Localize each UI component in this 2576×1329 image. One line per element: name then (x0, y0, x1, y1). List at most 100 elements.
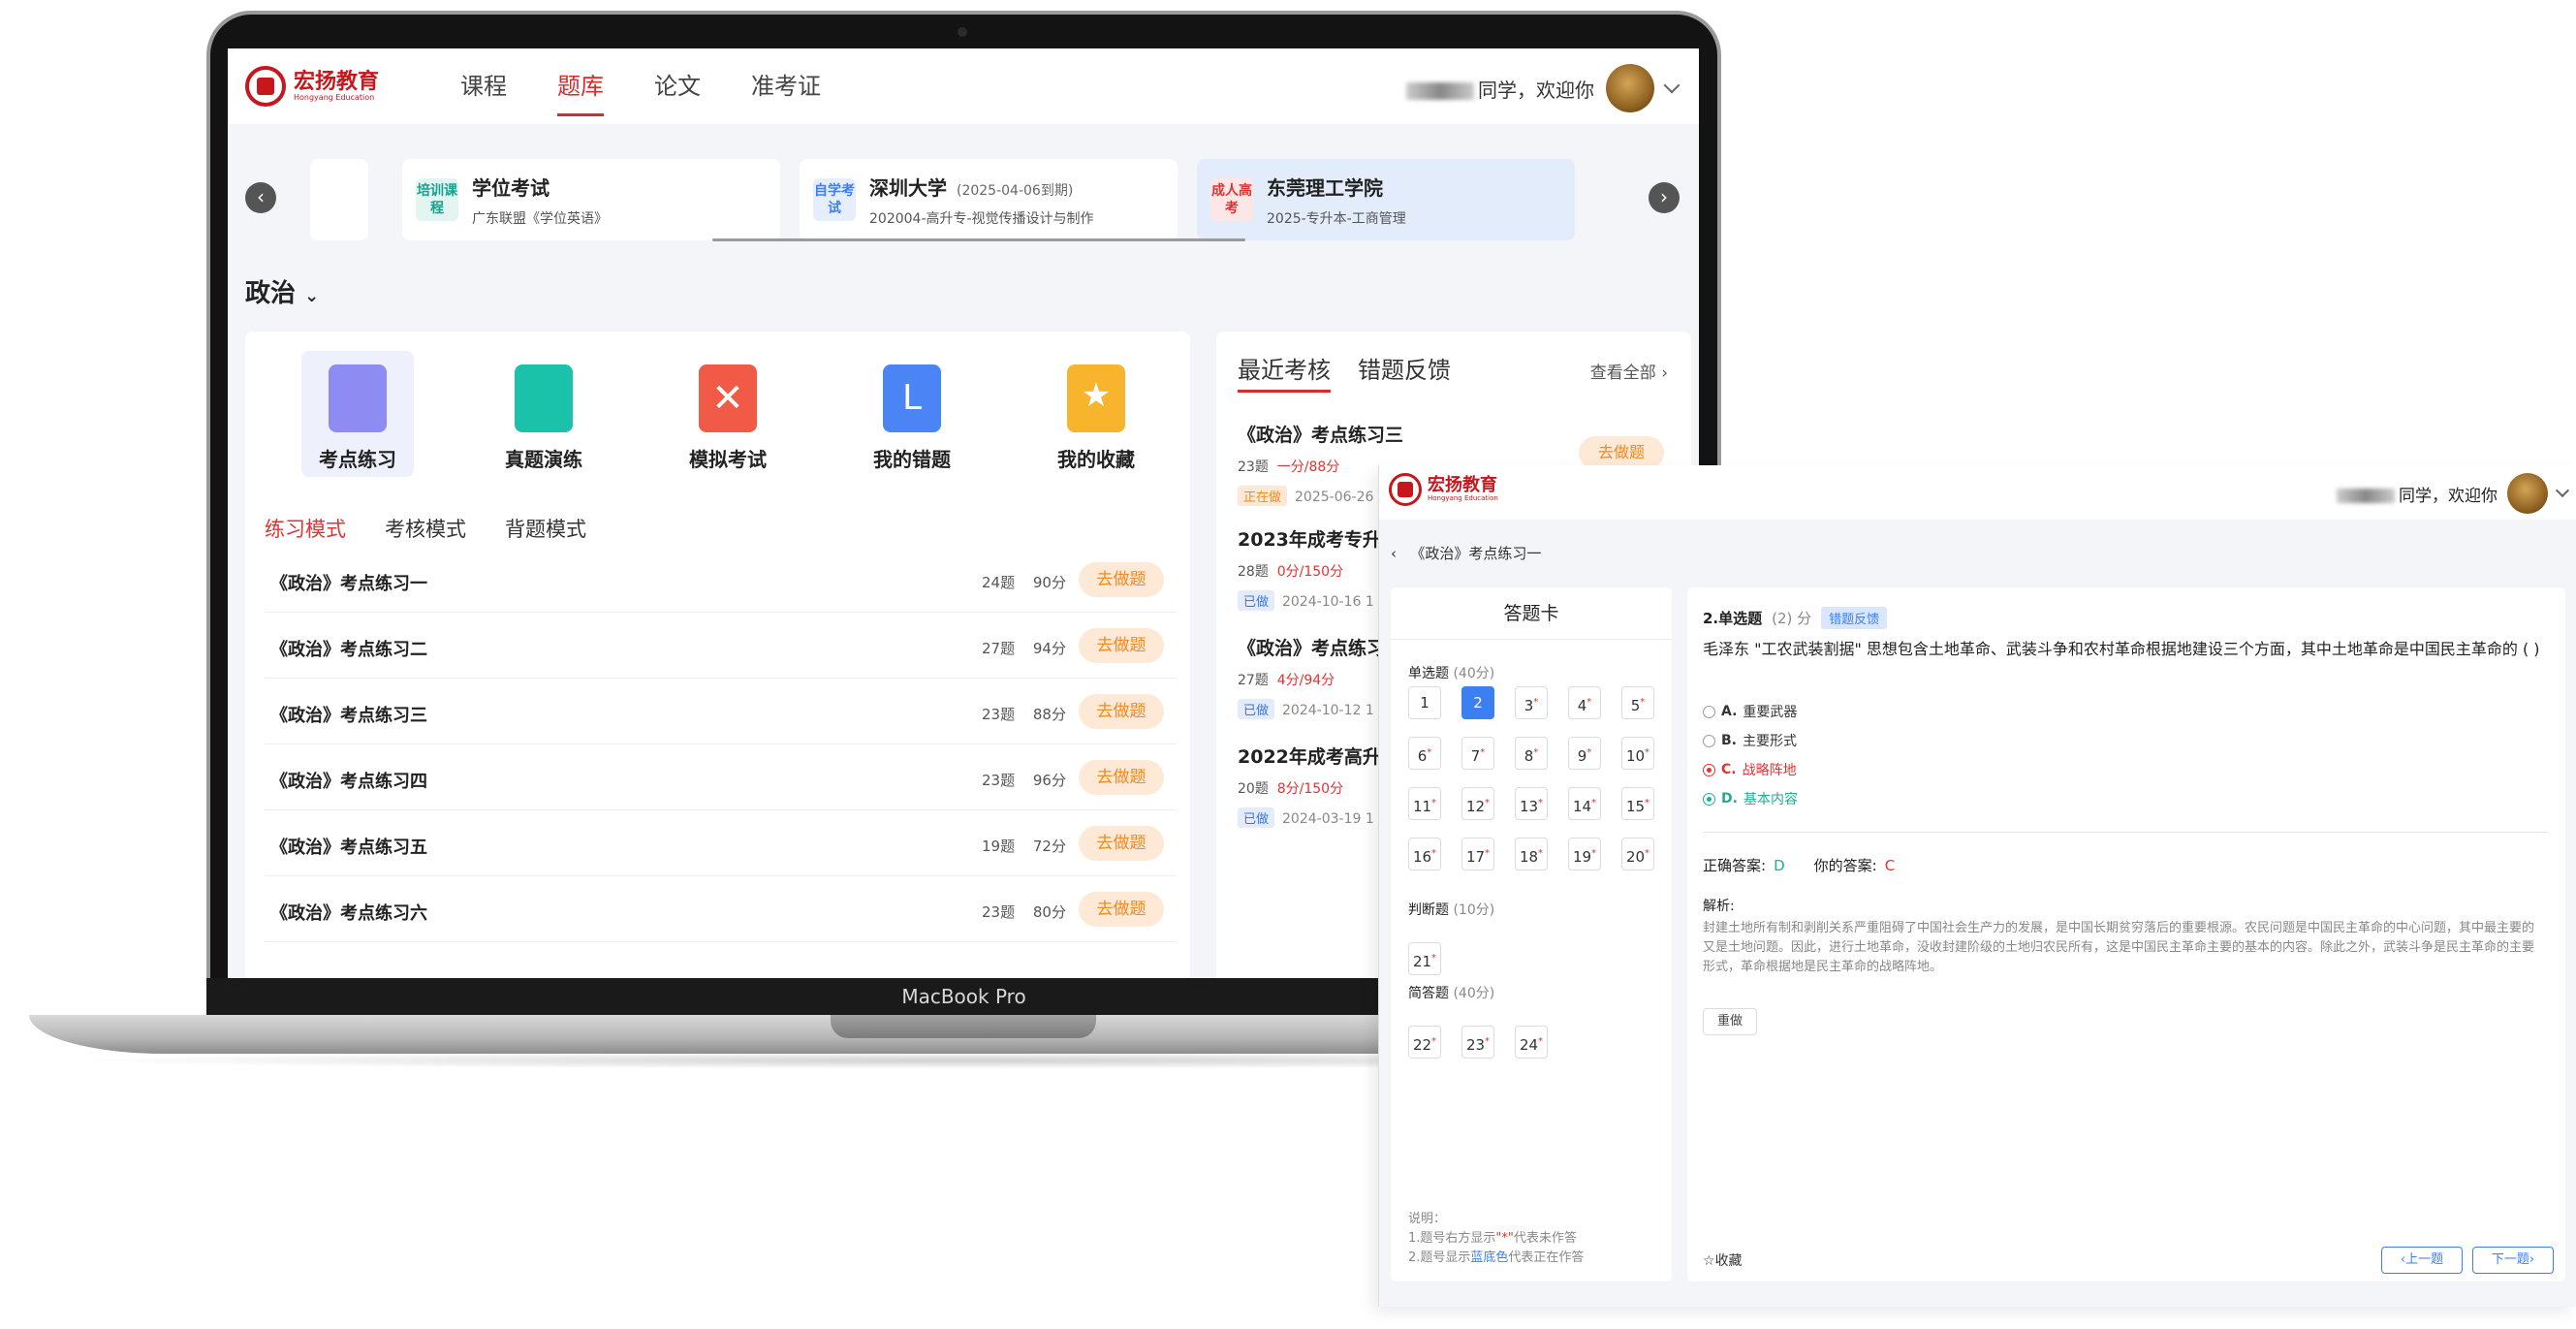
question-number-button[interactable]: 12* (1461, 787, 1494, 820)
question-number-button[interactable]: 7* (1461, 737, 1494, 770)
main-nav: 课程 题库 论文 准考证 (460, 48, 821, 124)
tab-practice-mode[interactable]: 练习模式 (265, 514, 346, 543)
answer-card-title: 答题卡 (1391, 587, 1672, 640)
do-questions-button[interactable]: 去做题 (1579, 436, 1664, 469)
question-number-button[interactable]: 8* (1515, 737, 1548, 770)
radio-icon (1703, 734, 1715, 747)
tool-my-favorites[interactable]: ★ 我的收藏 (1040, 351, 1152, 477)
tool-key-points[interactable]: 考点练习 (301, 351, 414, 477)
nav-admission-ticket[interactable]: 准考证 (751, 48, 821, 124)
question-number-button[interactable]: 11* (1408, 787, 1441, 820)
section-short-answer: 简答题 (40分) (1408, 986, 1495, 1001)
mode-tabs: 练习模式 考核模式 背题模式 (265, 514, 586, 543)
nav-thesis[interactable]: 论文 (654, 48, 701, 124)
card-title: 学位考试 (472, 175, 550, 200)
option-a[interactable]: A. 重要武器 (1703, 702, 1797, 721)
logo[interactable]: 宏扬教育 Hongyang Education (1389, 473, 1498, 506)
option-c[interactable]: C. 战略阵地 (1703, 760, 1797, 779)
question-number-button[interactable]: 16* (1408, 838, 1441, 870)
error-feedback-button[interactable]: 错题反馈 (1821, 607, 1888, 629)
chevron-down-icon[interactable] (1663, 77, 1681, 94)
logo-text: 宏扬教育 (1428, 475, 1497, 495)
option-d[interactable]: D. 基本内容 (1703, 789, 1798, 808)
carousel-prev-button[interactable]: ‹ (245, 182, 276, 213)
question-header: 2.单选题 (2) 分错题反馈 (1703, 607, 1888, 629)
subject-selector[interactable]: 政治 ⌄ (245, 273, 319, 309)
nav-question-bank[interactable]: 题库 (557, 48, 604, 124)
user-menu[interactable]: 同学，欢迎你 (1406, 64, 1681, 112)
question-number-button[interactable]: 18* (1515, 838, 1548, 870)
prev-question-button[interactable]: ‹上一题 (2381, 1247, 2463, 1274)
laptop-notch (831, 1015, 1096, 1038)
tab-memorize-mode[interactable]: 背题模式 (505, 514, 586, 543)
question-number-button[interactable]: 9* (1568, 737, 1601, 770)
question-number-button[interactable]: 21* (1408, 942, 1441, 975)
divider (1703, 832, 2548, 833)
redo-button[interactable]: 重做 (1703, 1008, 1757, 1035)
do-questions-button[interactable]: 去做题 (1079, 694, 1164, 729)
question-number-button[interactable]: 15* (1621, 787, 1654, 820)
logo-subtitle: Hongyang Education (294, 92, 375, 102)
carousel-next-button[interactable]: › (1649, 182, 1680, 213)
question-number-button[interactable]: 17* (1461, 838, 1494, 870)
do-questions-button[interactable]: 去做题 (1079, 628, 1164, 663)
carousel-card-partial[interactable] (310, 159, 368, 240)
greeting: 同学，欢迎你 (1406, 75, 1594, 103)
tab-assessment-mode[interactable]: 考核模式 (385, 514, 466, 543)
question-number-button[interactable]: 6* (1408, 737, 1441, 770)
question-number-button[interactable]: 2 (1461, 686, 1494, 719)
carousel-card[interactable]: 培训课程 学位考试 广东联盟《学位英语》 (402, 159, 780, 240)
tool-my-mistakes[interactable]: L 我的错题 (856, 351, 968, 477)
legend-note: 说明： 1.题号右方显示"*"代表未作答 2.题号显示蓝底色代表正在作答 (1408, 1212, 1585, 1265)
section-true-false: 判断题 (10分) (1408, 902, 1495, 918)
tab-recent-assessments[interactable]: 最近考核 (1238, 351, 1331, 393)
do-questions-button[interactable]: 去做题 (1079, 562, 1164, 597)
do-questions-button[interactable]: 去做题 (1079, 760, 1164, 795)
user-menu[interactable]: 同学，欢迎你 (2337, 473, 2570, 514)
question-number-button[interactable]: 3* (1515, 686, 1548, 719)
do-questions-button[interactable]: 去做题 (1079, 826, 1164, 861)
clipboard-x-icon: ✕ (699, 364, 757, 432)
quiz-top-bar: 宏扬教育 Hongyang Education 同学，欢迎你 (1379, 465, 2576, 520)
favorite-button[interactable]: ☆收藏 (1703, 1250, 1743, 1270)
tool-past-exams[interactable]: 真题演练 (487, 351, 600, 477)
logo[interactable]: 宏扬教育 Hongyang Education (245, 66, 379, 107)
option-b[interactable]: B. 主要形式 (1703, 731, 1797, 750)
question-number-button[interactable]: 4* (1568, 686, 1601, 719)
breadcrumb[interactable]: ‹ 《政治》考点练习一 (1391, 543, 1541, 563)
card-subtitle: 2025-专升本-工商管理 (1267, 210, 1406, 227)
list-item: 《政治》考点练习二 27题 94分 去做题 (265, 615, 1176, 679)
question-number-button[interactable]: 10* (1621, 737, 1654, 770)
nav-courses[interactable]: 课程 (460, 48, 507, 124)
question-number-button[interactable]: 13* (1515, 787, 1548, 820)
next-question-button[interactable]: 下一题› (2472, 1247, 2554, 1274)
carousel-card[interactable]: 自学考试 深圳大学 (2025-04-06到期) 202004-高升专-视觉传播设计… (800, 159, 1178, 240)
question-number-button[interactable]: 24* (1515, 1026, 1548, 1059)
carousel-scrollbar[interactable] (712, 238, 1245, 241)
list-item: 《政治》考点练习五 19题 72分 去做题 (265, 812, 1176, 876)
question-number-button[interactable]: 20* (1621, 838, 1654, 870)
question-number-button[interactable]: 14* (1568, 787, 1601, 820)
question-number-button[interactable]: 19* (1568, 838, 1601, 870)
avatar[interactable] (1606, 64, 1654, 112)
carousel-card-active[interactable]: 成人高考 东莞理工学院 2025-专升本-工商管理 (1197, 159, 1575, 240)
logo-text: 宏扬教育 (294, 69, 380, 94)
analysis-text: 封建土地所有制和剥削关系严重阻碍了中国社会生产力的发展，是中国长期贫穷落后的重要… (1703, 921, 2535, 974)
answer-summary: 正确答案: D 你的答案: C (1703, 857, 1896, 874)
question-number-button[interactable]: 5* (1621, 686, 1654, 719)
back-icon[interactable]: ‹ (1391, 545, 1397, 562)
card-subtitle: 广东联盟《学位英语》 (472, 210, 608, 227)
question-number-button[interactable]: 23* (1461, 1026, 1494, 1059)
avatar[interactable] (2507, 473, 2548, 514)
question-number-button[interactable]: 22* (1408, 1026, 1441, 1059)
card-title: 深圳大学 (2025-04-06到期) (869, 175, 1074, 200)
chevron-down-icon[interactable] (2555, 483, 2570, 498)
radio-icon (1703, 763, 1715, 776)
tab-error-feedback[interactable]: 错题反馈 (1358, 351, 1451, 385)
do-questions-button[interactable]: 去做题 (1079, 892, 1164, 927)
document-icon: L (883, 364, 941, 432)
tool-mock-exam[interactable]: ✕ 模拟考试 (672, 351, 784, 477)
star-icon: ★ (1067, 364, 1125, 432)
question-number-button[interactable]: 1 (1408, 686, 1441, 719)
view-all-link[interactable]: 查看全部 › (1590, 359, 1668, 383)
